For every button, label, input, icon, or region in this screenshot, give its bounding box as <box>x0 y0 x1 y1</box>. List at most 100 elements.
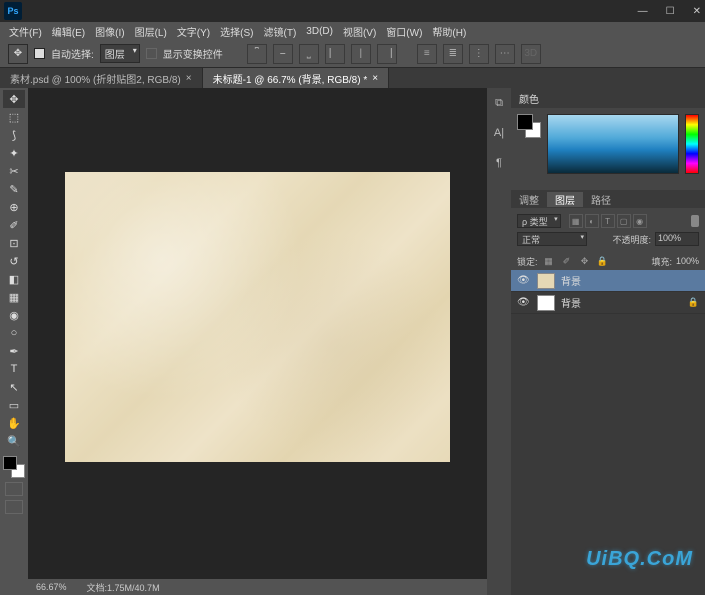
type-tool[interactable]: T <box>3 360 25 378</box>
menu-type[interactable]: 文字(Y) <box>172 24 215 39</box>
layer-item[interactable]: 👁 背景 🔒 <box>511 292 705 314</box>
watermark: UiBQ.CoM <box>586 548 693 571</box>
panel-color-swatch[interactable] <box>517 114 541 138</box>
tools-panel: ✥ ⬚ ⟆ ✦ ✂ ✎ ⊕ ✐ ⊡ ↺ ◧ ▦ ◉ ○ ✒ T ↖ ▭ ✋ 🔍 <box>0 88 28 595</box>
distribute-1-icon[interactable]: ≡ <box>417 44 437 64</box>
hand-tool[interactable]: ✋ <box>3 414 25 432</box>
dock-character-icon[interactable]: A| <box>490 124 508 142</box>
history-brush-tool[interactable]: ↺ <box>3 252 25 270</box>
eyedropper-tool[interactable]: ✎ <box>3 180 25 198</box>
document-canvas[interactable] <box>65 172 450 462</box>
lasso-tool[interactable]: ⟆ <box>3 126 25 144</box>
minimize-button[interactable]: — <box>638 6 648 17</box>
layer-thumbnail[interactable] <box>537 295 555 311</box>
blur-tool[interactable]: ◉ <box>3 306 25 324</box>
doc-info: 文档:1.75M/40.7M <box>87 581 160 594</box>
magic-wand-tool[interactable]: ✦ <box>3 144 25 162</box>
quickmask-icon[interactable] <box>5 482 23 496</box>
hue-strip[interactable] <box>685 114 699 174</box>
distribute-3-icon[interactable]: ⋮ <box>469 44 489 64</box>
lock-icon: 🔒 <box>688 297 699 308</box>
auto-select-dropdown[interactable]: 图层 <box>100 44 140 63</box>
canvas-area[interactable]: 66.67% 文档:1.75M/40.7M <box>28 88 487 595</box>
layer-name[interactable]: 背景 <box>561 273 581 288</box>
dock-paragraph-icon[interactable]: ¶ <box>490 154 508 172</box>
opacity-value[interactable]: 100% <box>655 232 699 246</box>
align-top-icon[interactable]: ⎴ <box>247 44 267 64</box>
align-hcenter-icon[interactable]: | <box>351 44 371 64</box>
align-bottom-icon[interactable]: ⎵ <box>299 44 319 64</box>
filter-shape-icon[interactable]: ▢ <box>617 214 631 228</box>
gradient-tool[interactable]: ▦ <box>3 288 25 306</box>
filter-type-icon[interactable]: T <box>601 214 615 228</box>
align-vcenter-icon[interactable]: ⎯ <box>273 44 293 64</box>
screenmode-icon[interactable] <box>5 500 23 514</box>
menu-3d[interactable]: 3D(D) <box>301 26 338 37</box>
layer-item[interactable]: 👁 背景 <box>511 270 705 292</box>
align-left-icon[interactable]: ⎸ <box>325 44 345 64</box>
color-panel-tab[interactable]: 颜色 <box>511 88 705 108</box>
3d-mode-icon[interactable]: 3D <box>521 44 541 64</box>
menu-view[interactable]: 视图(V) <box>338 24 381 39</box>
menu-image[interactable]: 图像(I) <box>90 24 129 39</box>
visibility-icon[interactable]: 👁 <box>517 297 531 308</box>
filter-toggle[interactable] <box>691 215 699 227</box>
dodge-tool[interactable]: ○ <box>3 324 25 342</box>
dock-history-icon[interactable]: ⧉ <box>490 94 508 112</box>
menu-edit[interactable]: 编辑(E) <box>47 24 90 39</box>
titlebar: Ps — ☐ ✕ <box>0 0 705 22</box>
lock-transparency-icon[interactable]: ▦ <box>542 254 556 268</box>
fill-value[interactable]: 100% <box>676 256 699 266</box>
fg-color[interactable] <box>517 114 533 130</box>
layer-name[interactable]: 背景 <box>561 295 581 310</box>
maximize-button[interactable]: ☐ <box>666 6 675 17</box>
filter-pixel-icon[interactable]: ▦ <box>569 214 583 228</box>
auto-select-label: 自动选择: <box>51 46 94 61</box>
menu-filter[interactable]: 滤镜(T) <box>259 24 302 39</box>
blend-mode-dropdown[interactable]: 正常 <box>517 232 587 246</box>
layer-thumbnail[interactable] <box>537 273 555 289</box>
filter-smart-icon[interactable]: ◉ <box>633 214 647 228</box>
move-tool[interactable]: ✥ <box>3 90 25 108</box>
tab-layers[interactable]: 图层 <box>547 192 583 207</box>
show-transform-checkbox[interactable] <box>146 48 157 59</box>
tab-adjustments[interactable]: 调整 <box>511 192 547 207</box>
filter-adjust-icon[interactable]: ◐ <box>585 214 599 228</box>
path-tool[interactable]: ↖ <box>3 378 25 396</box>
foreground-color[interactable] <box>3 456 17 470</box>
color-swatches[interactable] <box>3 456 25 478</box>
menu-help[interactable]: 帮助(H) <box>427 24 471 39</box>
lock-all-icon[interactable]: 🔒 <box>596 254 610 268</box>
menu-window[interactable]: 窗口(W) <box>381 24 427 39</box>
stamp-tool[interactable]: ⊡ <box>3 234 25 252</box>
crop-tool[interactable]: ✂ <box>3 162 25 180</box>
lock-position-icon[interactable]: ✥ <box>578 254 592 268</box>
marquee-tool[interactable]: ⬚ <box>3 108 25 126</box>
color-spectrum[interactable] <box>547 114 679 174</box>
current-tool-icon[interactable]: ✥ <box>8 44 28 64</box>
zoom-tool[interactable]: 🔍 <box>3 432 25 450</box>
zoom-level[interactable]: 66.67% <box>36 582 67 592</box>
shape-tool[interactable]: ▭ <box>3 396 25 414</box>
close-icon[interactable]: × <box>372 73 378 84</box>
tab-document-2[interactable]: 未标题-1 @ 66.7% (背景, RGB/8) * × <box>203 68 389 88</box>
menu-select[interactable]: 选择(S) <box>215 24 258 39</box>
pen-tool[interactable]: ✒ <box>3 342 25 360</box>
menu-file[interactable]: 文件(F) <box>4 24 47 39</box>
panels: 颜色 调整 图层 路径 ρ 类型 ▦ ◐ T ▢ ◉ <box>511 88 705 595</box>
close-icon[interactable]: × <box>186 73 192 84</box>
align-right-icon[interactable]: ⎹ <box>377 44 397 64</box>
close-button[interactable]: ✕ <box>693 6 701 17</box>
tab-document-1[interactable]: 素材.psd @ 100% (折射贴图2, RGB/8) × <box>0 68 203 88</box>
menu-layer[interactable]: 图层(L) <box>130 24 172 39</box>
brush-tool[interactable]: ✐ <box>3 216 25 234</box>
lock-paint-icon[interactable]: ✐ <box>560 254 574 268</box>
distribute-4-icon[interactable]: ⋯ <box>495 44 515 64</box>
eraser-tool[interactable]: ◧ <box>3 270 25 288</box>
healing-tool[interactable]: ⊕ <box>3 198 25 216</box>
visibility-icon[interactable]: 👁 <box>517 275 531 286</box>
distribute-2-icon[interactable]: ≣ <box>443 44 463 64</box>
filter-kind-dropdown[interactable]: ρ 类型 <box>517 214 561 228</box>
auto-select-checkbox[interactable] <box>34 48 45 59</box>
tab-paths[interactable]: 路径 <box>583 192 619 207</box>
